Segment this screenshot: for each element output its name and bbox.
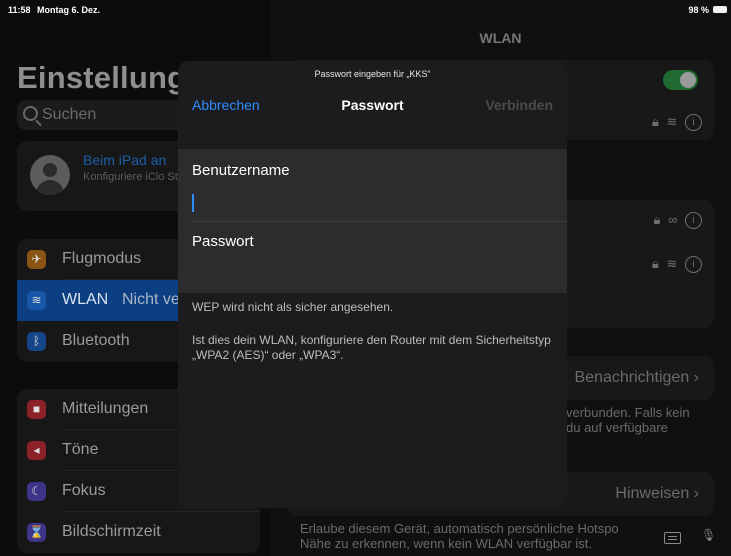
- wlan-toggle[interactable]: [663, 70, 698, 90]
- sidebar-item-label: Flugmodus: [62, 250, 142, 267]
- connect-button[interactable]: Verbinden: [485, 97, 553, 113]
- detail-title: WLAN: [479, 30, 522, 46]
- wifi-icon: ≋: [666, 256, 680, 271]
- sidebar-item-label: Mitteilungen: [62, 400, 149, 417]
- sidebar-title: Einstellung: [17, 60, 187, 95]
- bluetooth-icon: ᛒ: [27, 332, 46, 351]
- notifications-icon: ■: [27, 400, 46, 419]
- sidebar-item-label: Bildschirmzeit: [62, 523, 161, 540]
- search-icon: [23, 106, 38, 121]
- battery-percent: 98 %: [688, 5, 709, 15]
- lock-icon: 🔒︎: [651, 114, 661, 129]
- router-advice: Ist dies dein WLAN, konfiguriere den Rou…: [192, 333, 551, 362]
- moon-icon: ☾: [27, 482, 46, 501]
- sidebar-item-label: WLAN: [62, 291, 109, 308]
- sidebar-item-label: Töne: [62, 441, 99, 458]
- airplane-icon: ✈: [27, 250, 46, 269]
- username-label: Benutzername: [192, 162, 290, 179]
- network-row-icons: 🔒︎ ≋ i: [651, 114, 702, 132]
- text-cursor: [192, 194, 194, 212]
- keyboard-icon[interactable]: [664, 532, 681, 544]
- screen: Einstellung Suchen Beim iPad an Konfigur…: [0, 0, 731, 556]
- username-field[interactable]: [192, 193, 552, 215]
- avatar: [30, 155, 70, 195]
- dialog-subtitle: Passwort eingeben für „KKS“: [314, 69, 431, 79]
- sidebar-item-label: Fokus: [62, 482, 106, 499]
- hotspot-value: Hinweisen ›: [615, 485, 699, 502]
- sidebar-item-label: Bluetooth: [62, 332, 130, 349]
- password-dialog: Passwort eingeben für „KKS“ Passwort Abb…: [178, 61, 567, 508]
- lock-icon: 🔒︎: [651, 256, 661, 271]
- hourglass-icon: ⌛: [27, 523, 46, 542]
- status-bar: 11:58 Montag 6. Dez. 98 %: [0, 0, 731, 20]
- ask-join-footer: verbunden. Falls kein du auf verfügbare: [566, 405, 690, 435]
- wifi-icon: ≋: [27, 291, 46, 310]
- sound-icon: ◂: [27, 441, 46, 460]
- link-icon: ∞: [668, 212, 680, 227]
- profile-name: Beim iPad an: [83, 152, 167, 168]
- hotspot-footer: Erlaube diesem Gerät, automatisch persön…: [300, 521, 619, 551]
- wlan-status-value: Nicht ve: [122, 291, 180, 308]
- network-row-icons: 🔒︎ ≋ i: [651, 256, 702, 274]
- ask-join-value: Benachrichtigen ›: [574, 369, 699, 386]
- security-warning: WEP wird nicht als sicher angesehen.: [192, 300, 394, 314]
- password-field[interactable]: [192, 261, 552, 283]
- battery-icon: [713, 6, 727, 13]
- info-icon[interactable]: i: [685, 114, 702, 132]
- cancel-button[interactable]: Abbrechen: [192, 97, 260, 113]
- credentials-form: Benutzername Passwort: [178, 149, 567, 293]
- wifi-icon: ≋: [666, 114, 680, 129]
- search-placeholder: Suchen: [42, 106, 97, 123]
- microphone-icon[interactable]: 🎙︎: [701, 528, 716, 545]
- status-time: 11:58: [8, 5, 31, 15]
- sidebar-item-screen-time[interactable]: ⌛ Bildschirmzeit: [17, 512, 260, 553]
- password-label: Passwort: [192, 233, 254, 250]
- network-row-icons: 🔒︎ ∞ i: [653, 212, 702, 230]
- status-date: Montag 6. Dez.: [37, 5, 101, 15]
- info-icon[interactable]: i: [685, 256, 702, 274]
- lock-icon: 🔒︎: [653, 212, 663, 227]
- info-icon[interactable]: i: [685, 212, 702, 230]
